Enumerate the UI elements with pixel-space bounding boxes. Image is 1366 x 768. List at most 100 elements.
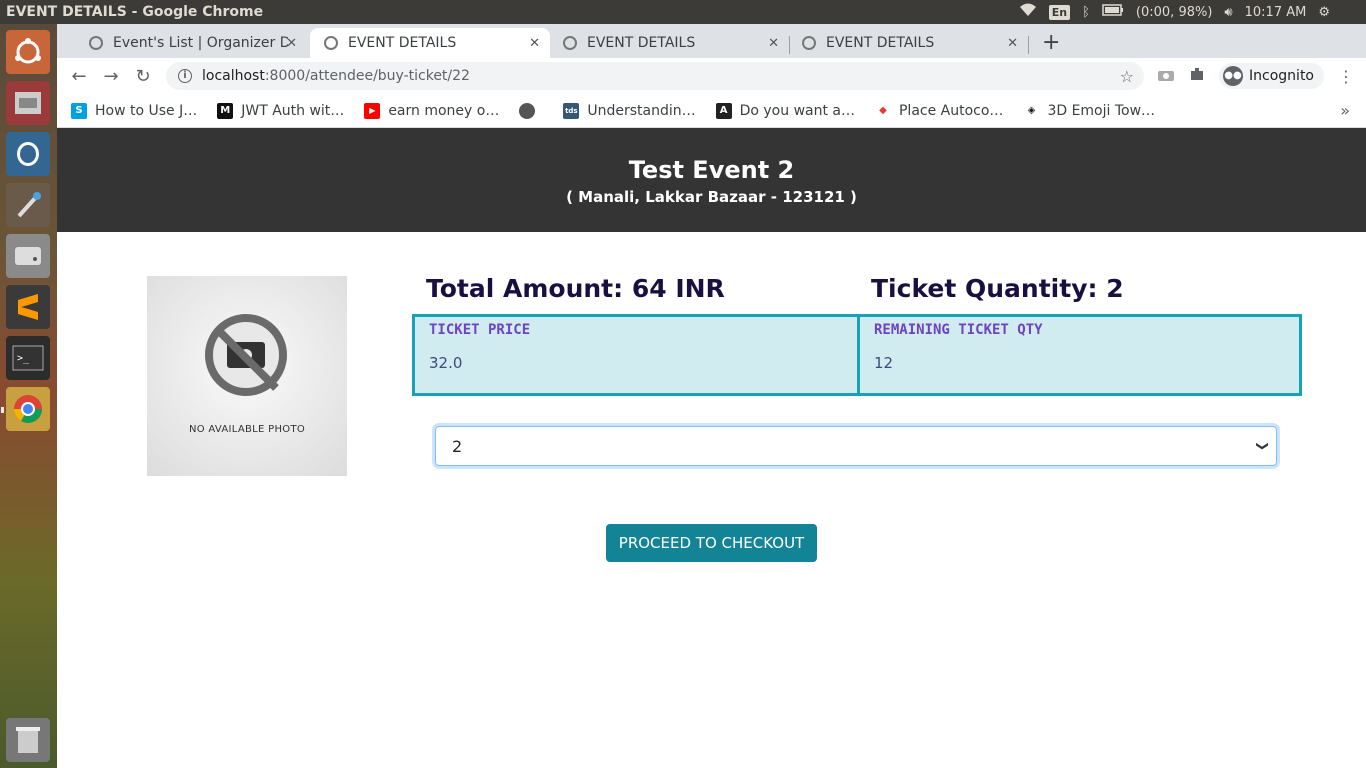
event-photo-placeholder: NO AVAILABLE PHOTO <box>147 276 347 476</box>
total-amount: Total Amount: 64 INR <box>426 274 725 303</box>
incognito-label: Incognito <box>1249 68 1314 84</box>
page-content: Test Event 2 ( Manali, Lakkar Bazaar - 1… <box>57 128 1366 768</box>
tab-title: EVENT DETAILS <box>826 35 935 51</box>
globe-icon <box>519 102 536 119</box>
tab-event-details-2[interactable]: EVENT DETAILS ✕ <box>549 28 789 58</box>
photo-caption: NO AVAILABLE PHOTO <box>188 424 306 435</box>
bookmark-item[interactable]: ◆ Place Autoco… <box>874 102 1004 119</box>
tab-event-details-active[interactable]: EVENT DETAILS ✕ <box>310 28 550 58</box>
ubuntu-dash-icon[interactable] <box>6 30 50 74</box>
bookmark-star-icon[interactable]: ☆ <box>1120 67 1134 86</box>
chrome-icon[interactable] <box>6 387 50 431</box>
quantity-select-value: 2 <box>452 436 463 456</box>
globe-icon <box>324 36 338 50</box>
bookmark-label: JWT Auth wit… <box>241 102 345 119</box>
bookmark-label: 3D Emoji Tow… <box>1047 102 1156 119</box>
proceed-to-checkout-button[interactable]: PROCEED TO CHECKOUT <box>606 524 817 562</box>
reload-icon[interactable]: ↻ <box>127 66 159 87</box>
new-tab-icon[interactable]: + <box>1042 30 1060 55</box>
bookmark-a-icon: A <box>715 102 732 119</box>
url-path: :8000/attendee/buy-ticket/22 <box>264 68 470 84</box>
camera-icon[interactable] <box>1157 67 1175 86</box>
extensions-icon[interactable] <box>1189 66 1205 86</box>
tab-organizer[interactable]: Event's List | Organizer Da ✕ <box>75 28 307 58</box>
ticket-quantity: Ticket Quantity: 2 <box>871 274 1124 303</box>
bookmark-item[interactable]: ◈ 3D Emoji Tow… <box>1023 102 1156 119</box>
bookmark-item[interactable]: ▶ earn money o… <box>364 102 500 119</box>
quantity-select[interactable]: 2 ❯ <box>435 426 1277 466</box>
sublime-text-icon[interactable] <box>6 285 50 329</box>
address-bar[interactable]: i localhost:8000/attendee/buy-ticket/22 … <box>166 62 1144 90</box>
keyboard-indicator[interactable]: En <box>1048 4 1071 20</box>
close-icon[interactable]: ✕ <box>768 36 779 51</box>
trash-icon[interactable] <box>6 718 50 762</box>
incognito-indicator[interactable]: ●● Incognito <box>1219 63 1324 89</box>
bookmark-item[interactable] <box>519 102 543 119</box>
codepen-icon: ◈ <box>1023 102 1040 119</box>
remaining-qty-cell: REMAINING TICKET QTY 12 <box>857 317 1299 393</box>
event-header: Test Event 2 ( Manali, Lakkar Bazaar - 1… <box>57 128 1366 232</box>
chevron-down-icon: ❯ <box>1255 440 1270 452</box>
unity-launcher: >_ <box>0 24 57 768</box>
forward-icon[interactable]: → <box>95 66 127 87</box>
youtube-icon: ▶ <box>364 102 381 119</box>
terminal-icon[interactable]: >_ <box>6 336 50 380</box>
bluetooth-icon[interactable]: ᛒ <box>1082 5 1090 20</box>
ticket-price-cell: TICKET PRICE 32.0 <box>415 317 857 393</box>
more-bookmarks-icon[interactable]: » <box>1340 101 1350 120</box>
remaining-qty-value: 12 <box>874 354 894 372</box>
medium-icon: M <box>217 102 234 119</box>
bookmarks-bar: S How to Use J… M JWT Auth wit… ▶ earn mone… <box>57 94 1366 128</box>
globe-icon <box>563 36 577 50</box>
volume-icon[interactable]: 🔊︎ <box>1224 5 1232 20</box>
power-icon[interactable]: ⚙︎ <box>1318 5 1330 20</box>
incognito-icon: ●● <box>1223 66 1244 86</box>
remaining-qty-label: REMAINING TICKET QTY <box>874 322 1043 338</box>
os-top-bar: EVENT DETAILS - Google Chrome En ᛒ (0:00… <box>0 0 1366 24</box>
browser-tab-strip: Event's List | Organizer Da ✕ EVENT DETA… <box>57 24 1366 58</box>
color-picker-icon[interactable] <box>6 183 50 227</box>
close-icon[interactable]: ✕ <box>1007 36 1018 51</box>
disk-icon[interactable] <box>6 234 50 278</box>
menu-icon[interactable]: ⋮ <box>1338 67 1354 86</box>
ticket-price-label: TICKET PRICE <box>429 322 531 338</box>
ticket-info-table: TICKET PRICE 32.0 REMAINING TICKET QTY 1… <box>412 314 1302 396</box>
bookmark-item[interactable]: S How to Use J… <box>71 102 198 119</box>
tab-title: EVENT DETAILS <box>587 35 696 51</box>
globe-icon <box>802 36 816 50</box>
bookmark-label: earn money o… <box>388 102 500 119</box>
pgadmin-icon[interactable] <box>6 132 50 176</box>
bookmark-item[interactable]: M JWT Auth wit… <box>217 102 345 119</box>
tab-event-details-3[interactable]: EVENT DETAILS ✕ <box>788 28 1028 58</box>
event-location: ( Manali, Lakkar Bazaar - 123121 ) <box>566 188 857 206</box>
bookmark-label: How to Use J… <box>95 102 198 119</box>
close-icon[interactable]: ✕ <box>286 36 297 51</box>
tds-icon: tds <box>563 102 580 119</box>
globe-icon <box>89 36 103 50</box>
battery-icon[interactable] <box>1102 4 1124 20</box>
back-icon[interactable]: ← <box>63 66 95 87</box>
tab-separator <box>1028 36 1029 54</box>
clock[interactable]: 10:17 AM <box>1245 5 1307 20</box>
no-photo-camera-icon <box>205 314 287 396</box>
places-icon: ◆ <box>874 102 891 119</box>
bookmark-label: Do you want a… <box>739 102 855 119</box>
svg-text:>_: >_ <box>17 353 30 364</box>
running-indicator <box>1 407 4 413</box>
bookmark-label: Understandin… <box>587 102 696 119</box>
url-host: localhost <box>202 68 265 84</box>
close-icon[interactable]: ✕ <box>529 36 540 51</box>
wifi-icon[interactable] <box>1019 3 1037 21</box>
battery-status[interactable]: (0:00, 98%) <box>1136 5 1213 20</box>
tab-title: Event's List | Organizer Da <box>113 35 288 51</box>
bookmark-item[interactable]: A Do you want a… <box>715 102 855 119</box>
bookmark-label: Place Autoco… <box>898 102 1004 119</box>
window-title: EVENT DETAILS - Google Chrome <box>6 4 264 20</box>
bookmark-item[interactable]: tds Understandin… <box>563 102 696 119</box>
event-title: Test Event 2 <box>628 156 795 184</box>
files-icon[interactable] <box>6 81 50 125</box>
browser-toolbar: ← → ↻ i localhost:8000/attendee/buy-tick… <box>57 58 1366 94</box>
ticket-price-value: 32.0 <box>429 354 463 372</box>
bookmark-s-icon: S <box>71 102 87 119</box>
site-info-icon[interactable]: i <box>178 69 192 83</box>
